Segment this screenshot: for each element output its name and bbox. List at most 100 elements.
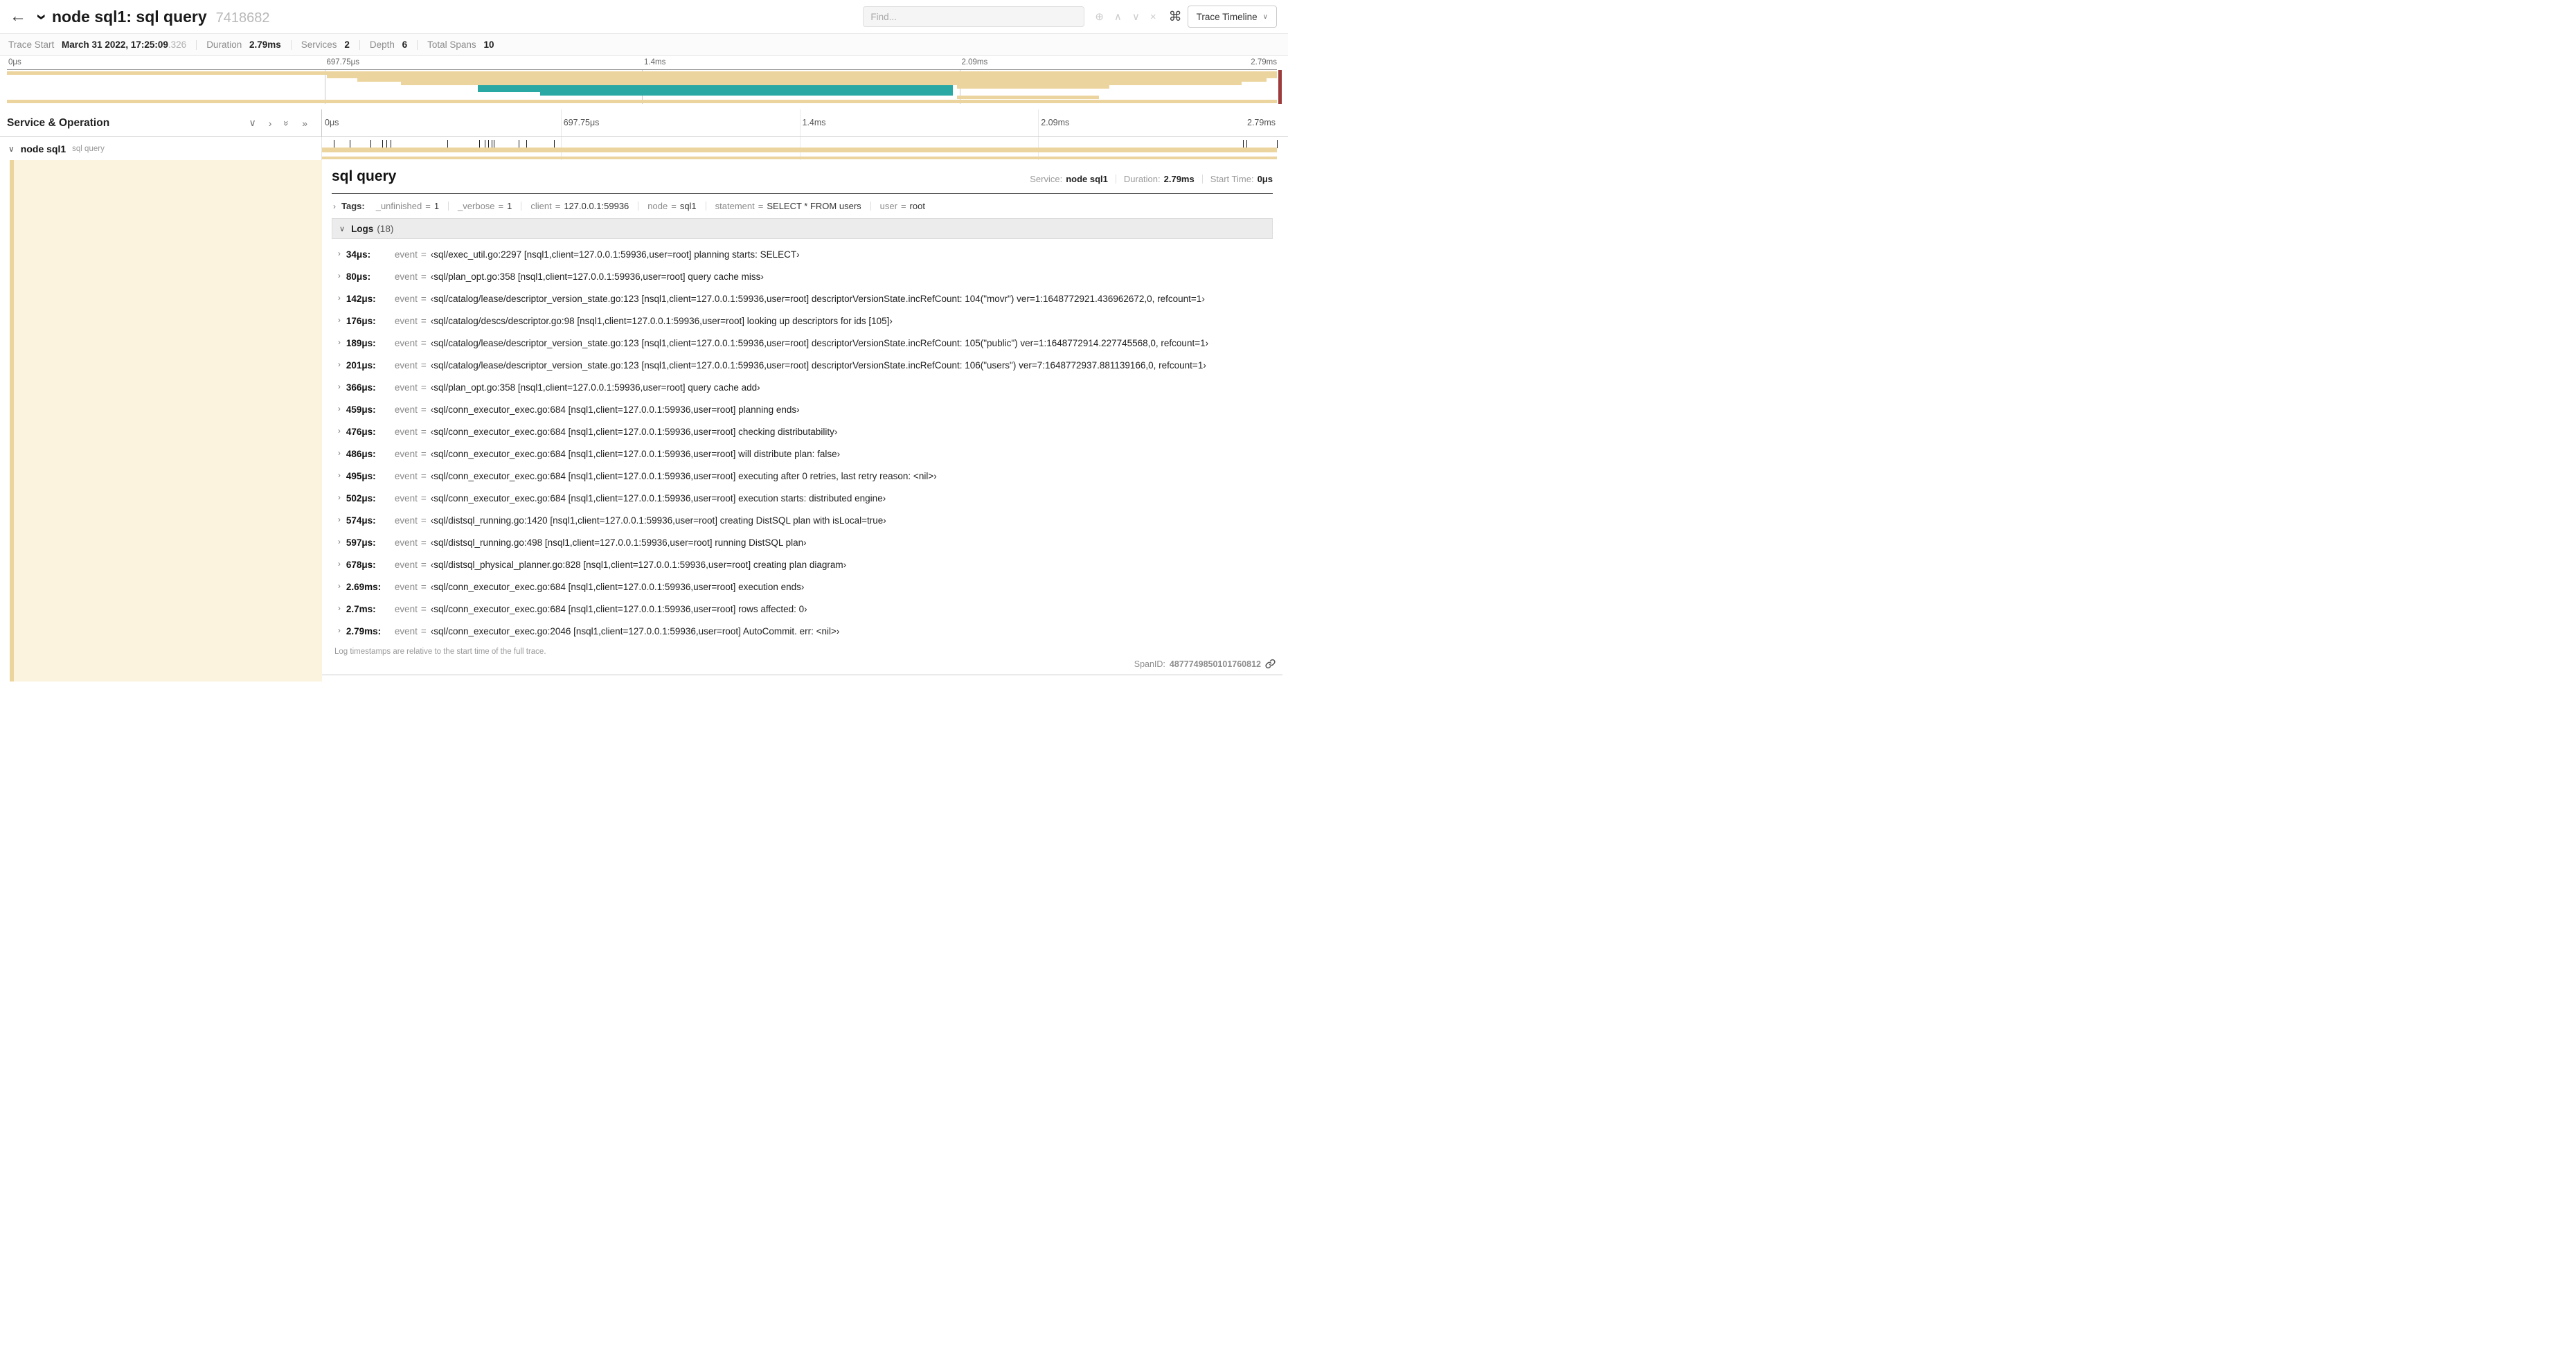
log-row[interactable]: › 201μs: event = ‹sql/catalog/lease/desc… [332,354,1273,376]
trace-start-stat: Trace Start March 31 2022, 17:25:09.326 [8,39,187,50]
log-timestamp: 486μs: [346,448,376,459]
ruler-tick-label: 2.79ms [1247,118,1276,127]
ruler-tick-label: 1.4ms [802,118,826,127]
keyboard-shortcuts-button[interactable]: ⌘ [1169,9,1182,25]
log-row[interactable]: › 189μs: event = ‹sql/catalog/lease/desc… [332,332,1273,354]
expand-one-icon[interactable]: › [269,118,272,129]
next-match-icon[interactable]: ∨ [1132,12,1140,22]
find-box: ⊕ ∧ ∨ × [863,6,1156,27]
log-row[interactable]: › 597μs: event = ‹sql/distsql_running.go… [332,531,1273,553]
log-row[interactable]: › 574μs: event = ‹sql/distsql_running.go… [332,509,1273,531]
chevron-right-icon: › [338,317,341,325]
divider [1201,175,1203,184]
span-detail-stats: Service: node sql1 Duration: 2.79ms Star… [1030,174,1273,184]
log-row[interactable]: › 459μs: event = ‹sql/conn_executor_exec… [332,398,1273,420]
collapse-all-icon[interactable]: » [281,121,292,126]
ruler-tick-label: 2.79ms [1251,58,1277,66]
minimap-canvas[interactable] [7,69,1282,104]
log-timestamp: 502μs: [346,492,376,504]
log-row[interactable]: › 176μs: event = ‹sql/catalog/descs/desc… [332,310,1273,332]
span-duration-bar[interactable] [322,148,1277,152]
log-field-value: ‹sql/catalog/lease/descriptor_version_st… [430,359,1206,371]
divider [290,39,292,50]
logs-accordion-toggle[interactable]: ∨ Logs (18) [332,218,1273,239]
minimap-spans [7,70,1277,104]
log-field-key: event [394,404,418,415]
log-field-key: event [394,293,418,304]
ruler-tick-label: 2.09ms [1041,118,1070,127]
log-field-key: event [394,492,418,504]
log-timestamp: 2.7ms: [346,603,376,614]
log-row[interactable]: › 678μs: event = ‹sql/distsql_physical_p… [332,553,1273,576]
minimap-span-bar [7,100,1277,103]
log-field-key: event [394,426,418,437]
log-row[interactable]: › 502μs: event = ‹sql/conn_executor_exec… [332,487,1273,509]
span-id-row: SpanID: 4877749850101760812 [1134,659,1276,669]
locate-icon[interactable]: ⊕ [1095,12,1104,22]
deep-link-icon[interactable] [1265,659,1276,669]
chevron-down-icon[interactable]: ∨ [8,144,15,154]
log-field-value: ‹sql/distsql_running.go:1420 [nsql1,clie… [430,515,886,526]
divider [196,39,197,50]
chevron-right-icon: › [338,560,341,569]
trace-summary-bar: Trace Start March 31 2022, 17:25:09.326 … [0,33,1288,56]
log-timestamp: 495μs: [346,470,376,481]
log-row[interactable]: › 495μs: event = ‹sql/conn_executor_exec… [332,465,1273,487]
tag-item: client = 127.0.0.1:59936 [512,201,629,211]
minimap-span-bar [540,92,954,96]
log-timestamp: 2.79ms: [346,625,382,636]
span-bar-cell[interactable] [322,137,1278,160]
total-spans-stat: Total Spans 10 [427,39,494,50]
log-row[interactable]: › 366μs: event = ‹sql/plan_opt.go:358 [n… [332,376,1273,398]
tags-summary: _unfinished = 1 _verbose = 1 client = 12… [376,201,925,211]
log-field-value: ‹sql/catalog/descs/descriptor.go:98 [nsq… [430,315,893,326]
tag-item: _verbose = 1 [439,201,512,211]
log-row[interactable]: › 80μs: event = ‹sql/plan_opt.go:358 [ns… [332,265,1273,287]
collapse-trace-chevron-icon[interactable]: › [32,8,53,26]
find-input[interactable] [863,6,1085,27]
clear-search-icon[interactable]: × [1150,12,1156,22]
log-timestamp: 597μs: [346,537,376,548]
chevron-right-icon: › [338,538,341,546]
log-field-value: ‹sql/conn_executor_exec.go:684 [nsql1,cl… [430,448,841,459]
log-row[interactable]: › 486μs: event = ‹sql/conn_executor_exec… [332,443,1273,465]
trace-view-selector[interactable]: Trace Timeline ∨ [1187,6,1277,28]
log-field-value: ‹sql/conn_executor_exec.go:684 [nsql1,cl… [430,581,805,592]
log-row[interactable]: › 2.7ms: event = ‹sql/conn_executor_exec… [332,598,1273,620]
log-row[interactable]: › 34μs: event = ‹sql/exec_util.go:2297 [… [332,243,1273,265]
chevron-right-icon: › [338,339,341,347]
expand-all-icon[interactable]: » [302,118,307,129]
tag-item: statement = SELECT * FROM users [697,201,861,211]
span-id-value: 4877749850101760812 [1169,659,1261,669]
span-detail-panel: sql query Service: node sql1 Duration: 2… [322,160,1282,675]
log-field-key: event [394,448,418,459]
log-field-key: event [394,537,418,548]
log-row[interactable]: › 142μs: event = ‹sql/catalog/lease/desc… [332,287,1273,310]
minimap-scrubber-handle[interactable] [1278,70,1282,104]
ruler-tick-label: 697.75μs [563,118,600,127]
prev-match-icon[interactable]: ∧ [1114,12,1122,22]
span-service-name: node sql1 [20,143,66,154]
timeline-ruler: 0μs 697.75μs 1.4ms 2.09ms 2.79ms [322,109,1277,136]
log-row[interactable]: › 2.69ms: event = ‹sql/conn_executor_exe… [332,576,1273,598]
back-button[interactable]: ← [0,0,36,33]
log-row[interactable]: › 476μs: event = ‹sql/conn_executor_exec… [332,420,1273,443]
collapse-one-icon[interactable]: ∨ [249,117,256,129]
ruler-tick-label: 2.09ms [961,58,988,66]
log-field-key: event [394,249,418,260]
tag-item: node = sql1 [629,201,697,211]
log-timestamp: 678μs: [346,559,376,570]
span-name-cell[interactable]: ∨ node sql1 sql query [0,137,322,160]
minimap-span-bar [478,85,954,92]
divider [359,39,360,50]
service-operation-heading: Service & Operation [7,116,110,129]
log-field-key: event [394,603,418,614]
tags-accordion-toggle[interactable]: › Tags: _unfinished = 1 _verbose = 1 cli… [332,194,1273,218]
duration-stat: Duration 2.79ms [206,39,281,50]
chevron-down-icon: ∨ [339,224,346,233]
log-row[interactable]: › 2.79ms: event = ‹sql/conn_executor_exe… [332,620,1273,642]
span-stat: Start Time: 0μs [1195,174,1273,184]
logs-footer-note: Log timestamps are relative to the start… [334,648,546,656]
trace-name: node sql1: sql query [52,7,207,26]
span-row: ∨ node sql1 sql query [0,137,1288,160]
